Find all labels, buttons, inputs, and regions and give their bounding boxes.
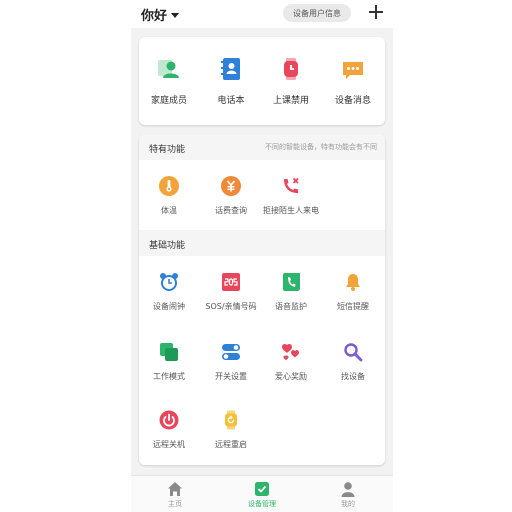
feature-voice-monitor[interactable]: 语音监护 — [261, 272, 321, 312]
special-features-header: 特有功能 不同的智能设备，特有功能会有不同 — [139, 134, 385, 160]
alarm-clock-icon — [159, 272, 179, 292]
basic-features-header: 基础功能 — [139, 230, 385, 256]
feature-label: 远程重启 — [215, 440, 247, 449]
features-card: 特有功能 不同的智能设备，特有功能会有不同 体温 话费查询 拒接陌生人来电 基础… — [139, 134, 385, 465]
quick-action-label: 电话本 — [217, 96, 245, 106]
feature-label: SOS/亲情号码 — [205, 302, 257, 311]
nav-label: 主页 — [168, 500, 182, 508]
billing-icon — [221, 176, 241, 196]
quick-action-device-message[interactable]: 设备消息 — [323, 57, 383, 106]
app-screen: 你好 设备用户信息 家庭成员 电话本 上课禁用 设备消息 特有功能 不同的智能设… — [131, 0, 393, 512]
feature-remote-restart[interactable]: 远程重启 — [201, 410, 261, 450]
feature-label: 工作模式 — [153, 372, 185, 381]
phonebook-icon — [219, 57, 243, 81]
family-member-icon — [157, 57, 181, 81]
voice-monitor-icon — [281, 272, 301, 292]
nav-label: 我的 — [341, 500, 355, 508]
quick-action-phonebook[interactable]: 电话本 — [201, 57, 261, 106]
feature-label: 远程关机 — [153, 440, 185, 449]
feature-label: 开关设置 — [215, 372, 247, 381]
caret-down-icon — [171, 13, 180, 18]
feature-find-device[interactable]: 找设备 — [323, 342, 383, 382]
bell-icon — [343, 272, 363, 292]
section-title: 特有功能 — [149, 145, 186, 155]
switch-settings-icon — [221, 342, 241, 362]
sos-icon — [221, 272, 241, 292]
quick-actions-card: 家庭成员 电话本 上课禁用 设备消息 — [139, 37, 385, 125]
search-icon — [343, 342, 363, 362]
home-icon — [167, 481, 183, 497]
class-disable-icon — [279, 57, 303, 81]
feature-temperature[interactable]: 体温 — [139, 176, 199, 216]
profile-icon — [340, 481, 356, 497]
quick-action-family[interactable]: 家庭成员 — [139, 57, 199, 106]
feature-label: 体温 — [161, 206, 177, 215]
nav-label: 设备管理 — [248, 500, 276, 508]
watch-restart-icon — [221, 410, 241, 430]
quick-action-label: 上课禁用 — [272, 96, 309, 106]
feature-love-reward[interactable]: 爱心奖励 — [261, 342, 321, 382]
hearts-icon — [281, 342, 301, 362]
feature-billing[interactable]: 话费查询 — [201, 176, 261, 216]
feature-remote-shutdown[interactable]: 远程关机 — [139, 410, 199, 450]
add-icon[interactable] — [367, 3, 385, 21]
power-icon — [159, 410, 179, 430]
feature-label: 爱心奖励 — [275, 372, 307, 381]
thermometer-icon — [159, 176, 179, 196]
feature-label: 语音监护 — [275, 302, 307, 311]
feature-sos[interactable]: SOS/亲情号码 — [201, 272, 261, 312]
feature-work-mode[interactable]: 工作模式 — [139, 342, 199, 382]
nav-home[interactable]: 主页 — [145, 481, 205, 509]
reject-call-icon — [281, 176, 301, 196]
nav-device-management[interactable]: 设备管理 — [232, 481, 292, 509]
feature-switch-settings[interactable]: 开关设置 — [201, 342, 261, 382]
feature-label: 拒接陌生人来电 — [263, 206, 319, 215]
feature-reject-strangers[interactable]: 拒接陌生人来电 — [261, 176, 321, 216]
work-mode-icon — [159, 342, 179, 362]
bottom-navigation: 主页 设备管理 我的 — [131, 475, 393, 512]
message-icon — [341, 57, 365, 81]
feature-label: 短信提醒 — [337, 302, 369, 311]
feature-alarm[interactable]: 设备闹钟 — [139, 272, 199, 312]
section-note: 不同的智能设备，特有功能会有不同 — [265, 143, 377, 151]
quick-action-label: 家庭成员 — [150, 96, 187, 106]
greeting-dropdown[interactable]: 你好 — [141, 5, 180, 24]
feature-sms-reminder[interactable]: 短信提醒 — [323, 272, 383, 312]
feature-label: 话费查询 — [215, 206, 247, 215]
feature-label: 找设备 — [341, 372, 365, 381]
section-title: 基础功能 — [149, 241, 186, 251]
top-bar: 你好 设备用户信息 — [131, 0, 393, 28]
nav-profile[interactable]: 我的 — [318, 481, 378, 509]
device-management-icon — [254, 481, 270, 497]
device-user-info-button[interactable]: 设备用户信息 — [283, 4, 351, 22]
quick-action-class-disable[interactable]: 上课禁用 — [261, 57, 321, 106]
quick-action-label: 设备消息 — [334, 96, 371, 106]
feature-label: 设备闹钟 — [153, 302, 185, 311]
greeting-text: 你好 — [141, 9, 168, 24]
